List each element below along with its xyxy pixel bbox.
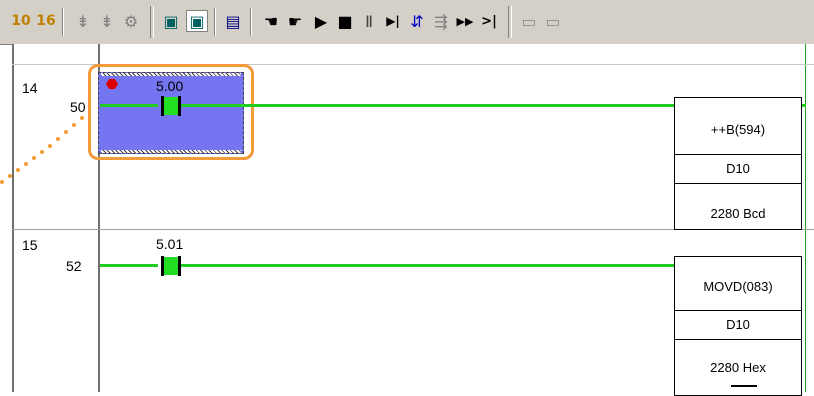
rung-wire [100,264,158,267]
right-power-rail [805,44,806,392]
goto-next-icon[interactable]: ⇟ [96,10,118,32]
view-2-icon[interactable]: ▭ [542,10,564,32]
step-icon[interactable]: ▶| [382,10,404,32]
view-1-icon[interactable]: ▭ [518,10,540,32]
rung-wire [181,264,675,267]
force-off-icon[interactable]: ☛ [284,10,306,32]
run-icon[interactable]: ▶ [310,10,332,32]
callout-dot [64,130,68,134]
contact-address: 5.01 [156,236,184,252]
operand-1: D10 [726,317,750,332]
instruction-name: MOVD(083) [703,279,773,294]
block-divider [675,154,801,155]
block-divider [675,339,801,340]
address-display-icon[interactable]: 16 [35,10,57,32]
rung-number-border [12,44,14,392]
callout-dot [16,168,20,172]
operand-2: 2280 Bcd [710,206,766,221]
callout-dot [48,144,52,148]
step-number: 52 [66,258,82,274]
contact-energized[interactable] [164,257,178,275]
contact-energized [164,97,178,115]
rung-wire [181,104,675,107]
toolbar-grip[interactable] [150,6,154,38]
toolbar-separator [62,8,64,36]
block-divider [675,183,801,184]
callout-dot [40,150,44,154]
instruction-name: ++B(594) [710,122,766,137]
step-number: 50 [70,99,86,115]
block-divider [731,385,757,387]
find-icon[interactable]: ⚙ [120,10,142,32]
toolbar-grip[interactable] [508,6,512,38]
callout-dot [32,156,36,160]
step-out-icon[interactable]: ⇶ [430,10,452,32]
toolbar-separator [250,8,252,36]
callout-dot [56,137,60,141]
block-divider [675,310,801,311]
online-monitor-icon[interactable]: 10 [10,10,32,32]
rung-number: 14 [22,80,38,96]
callout-dot [0,180,4,184]
toolbar: 10 16 ⇟ ⇟ ⚙ ▣ ▣ ▤ ☚ ☛ ▶ ■ Ⅱ ▶| ⇵ ⇶ ▶▶ >|… [0,0,814,45]
goto-icon[interactable]: ⇟ [72,10,94,32]
force-on-icon[interactable]: ☚ [260,10,282,32]
fast-forward-icon[interactable]: ▶▶ [454,10,476,32]
instruction-block[interactable]: MOVD(083) D10 2280 Hex [674,256,802,396]
operand-2: 2280 Hex [710,360,766,375]
rung-wire [100,104,158,107]
operand-1: D10 [726,161,750,176]
contact-address: 5.00 [156,78,184,94]
toolbar-separator [214,8,216,36]
step-in-icon[interactable]: ⇵ [406,10,428,32]
callout-dot [8,174,12,178]
program-mode-icon[interactable]: ▣ [160,10,182,32]
pause-icon[interactable]: Ⅱ [358,10,380,32]
transfer-icon[interactable]: ▤ [222,10,244,32]
jump-end-icon[interactable]: >| [478,10,500,32]
stop-icon[interactable]: ■ [334,10,356,32]
rung-number: 15 [22,237,38,253]
callout-dot [24,162,28,166]
callout-dot [80,116,84,120]
instruction-block[interactable]: ++B(594) D10 2280 Bcd [674,97,802,230]
monitor-mode-icon[interactable]: ▣ [186,10,208,32]
callout-dot [72,123,76,127]
